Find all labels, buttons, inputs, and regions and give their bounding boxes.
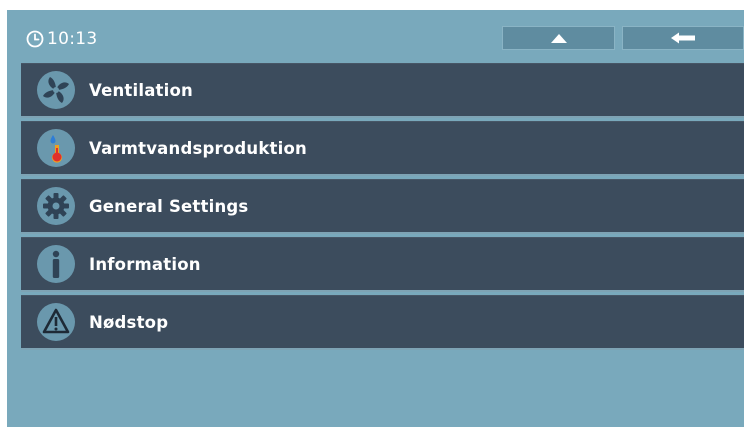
- info-icon: [37, 245, 75, 283]
- menu-item-varmtvandsproduktion[interactable]: Varmtvandsproduktion: [21, 121, 744, 176]
- home-button[interactable]: [502, 26, 615, 50]
- menu-item-general-settings[interactable]: General Settings: [21, 179, 744, 234]
- clock-icon: [26, 30, 44, 48]
- menu-item-label: Varmtvandsproduktion: [89, 139, 307, 158]
- clock-time: 10:13: [47, 29, 98, 49]
- menu-item-label: Nødstop: [89, 313, 169, 332]
- screen: 10:13 Ventilation Varmtvandsproduktion G…: [7, 10, 744, 427]
- menu-item-information[interactable]: Information: [21, 237, 744, 292]
- home-icon: [550, 34, 567, 43]
- back-arrow-icon: [671, 32, 695, 44]
- water-temperature-icon: [37, 129, 75, 167]
- fan-icon: [37, 71, 75, 109]
- menu-item-label: General Settings: [89, 197, 249, 216]
- menu-item-nodstop[interactable]: Nødstop: [21, 295, 744, 350]
- warning-icon: [37, 303, 75, 341]
- menu-item-ventilation[interactable]: Ventilation: [21, 63, 744, 118]
- gear-icon: [37, 187, 75, 225]
- menu-item-label: Ventilation: [89, 81, 193, 100]
- menu-item-label: Information: [89, 255, 201, 274]
- back-button[interactable]: [622, 26, 744, 50]
